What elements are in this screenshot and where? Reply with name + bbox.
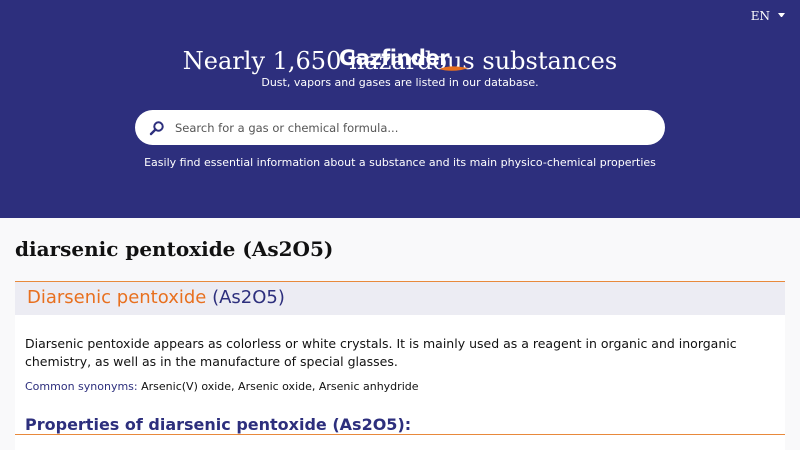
hero-subtitle: Dust, vapors and gases are listed in our… (261, 76, 539, 89)
synonyms-value: Arsenic(V) oxide, Arsenic oxide, Arsenic… (141, 380, 419, 393)
synonyms-row: Common synonyms: Arsenic(V) oxide, Arsen… (25, 380, 419, 393)
substance-name: Diarsenic pentoxide (27, 287, 207, 308)
search-bar[interactable] (135, 110, 665, 145)
hero-tagline: Easily find essential information about … (144, 156, 656, 169)
page-title: diarsenic pentoxide (As2O5) (15, 237, 334, 261)
synonyms-label: Common synonyms: (25, 380, 138, 393)
substance-card-header: Diarsenic pentoxide (As2O5) (15, 281, 785, 315)
properties-heading: Properties of diarsenic pentoxide (As2O5… (25, 415, 412, 434)
search-input[interactable] (175, 114, 650, 141)
properties-divider (15, 434, 785, 435)
language-selector[interactable]: EN (751, 9, 770, 23)
header-banner: EN Nearly 1,650 hazardous substances Gaz… (0, 0, 800, 218)
substance-heading: Diarsenic pentoxide (As2O5) (27, 287, 285, 308)
search-icon[interactable] (149, 120, 165, 136)
substance-description: Diarsenic pentoxide appears as colorless… (25, 336, 737, 369)
caret-down-icon[interactable] (778, 13, 785, 17)
site-logo[interactable]: Gazfinder (339, 46, 469, 78)
substance-formula: (As2O5) (212, 287, 285, 308)
substance-card-body: Diarsenic pentoxide appears as colorless… (15, 315, 785, 450)
logo-text: Gazfinder (339, 46, 450, 70)
flame-icon (439, 66, 469, 71)
